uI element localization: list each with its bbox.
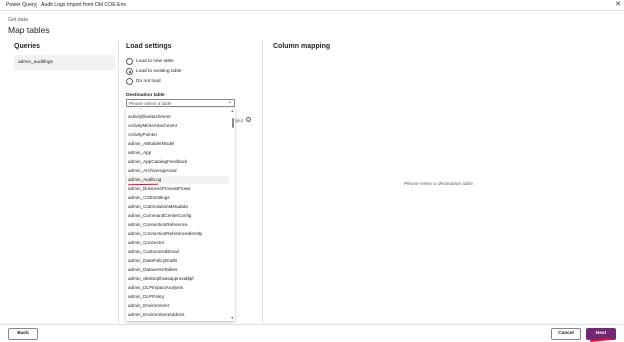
window-title: Audit Logs Import from Old COE Env <box>41 2 127 8</box>
title-bar: Power Query Audit Logs Import from Old C… <box>0 0 624 11</box>
dropdown-item[interactable]: admin_CustomizedEmail <box>126 248 229 256</box>
app-name: Power Query <box>6 2 37 8</box>
dropdown-item[interactable]: admin_desktopflowsapproval$pf <box>126 275 229 283</box>
queries-heading: Queries <box>14 43 41 50</box>
back-button[interactable]: Back <box>8 328 38 340</box>
scroll-up-icon[interactable]: ▲ <box>231 109 235 113</box>
dropdown-item[interactable]: admin_COESettings <box>126 194 229 202</box>
dropdown-item[interactable]: admin_CoESolutionMetadata <box>126 203 229 211</box>
radio-circle-selected <box>126 68 133 75</box>
chevron-down-icon: ⌄ <box>227 99 232 105</box>
dropdown-item[interactable]: admin_ArchiveApproval <box>126 167 229 175</box>
radio-circle <box>126 78 133 85</box>
destination-table-label: Destination table <box>126 93 165 98</box>
dropdown-item[interactable]: admin_DataverseTables <box>126 266 229 274</box>
dropdown-item-highlighted[interactable]: admin_AuditLog <box>126 176 229 184</box>
cancel-button[interactable]: Cancel <box>551 328 581 340</box>
dropdown-item[interactable]: admin_DLPPolicy <box>126 293 229 301</box>
destination-table-dropdown[interactable]: activityfileattachment activityfileattac… <box>126 108 235 321</box>
column-mapping-heading: Column mapping <box>273 43 331 50</box>
radio-label: Load to new table <box>136 58 174 64</box>
radio-label: Load to existing table <box>136 68 182 74</box>
dropdown-item[interactable]: admin_DLPImpactAnalysis <box>126 284 229 292</box>
step-label: Get data <box>8 17 28 23</box>
title-separator <box>36 2 37 8</box>
column-mapping-placeholder: Please select a destination table. <box>404 182 475 187</box>
dropdown-item[interactable]: admin_AIBuilderModel <box>126 140 229 148</box>
queries-pane: Queries admin_auditlogs <box>0 40 119 324</box>
scrollbar-thumb[interactable] <box>231 118 234 128</box>
dropdown-item[interactable]: activityfileattachment <box>126 113 229 121</box>
dropdown-item[interactable]: admin_ConnectionReference <box>126 221 229 229</box>
page-title: Map tables <box>8 25 50 35</box>
dropdown-item[interactable]: admin_ConnectionReferenceIdentity <box>126 230 229 238</box>
dropdown-item[interactable]: admin_App <box>126 149 229 157</box>
scroll-down-icon[interactable]: ▼ <box>231 316 235 320</box>
dropdown-item[interactable]: admin_DataPolicyDrafts <box>126 257 229 265</box>
radio-label: Do not load <box>136 78 161 84</box>
dropdown-item[interactable]: admin_BusinessProcessFlows <box>126 185 229 193</box>
dropdown-item[interactable]: ActivityPointer <box>126 131 229 139</box>
dropdown-item[interactable]: admin_EnvironmentAddons <box>126 311 229 319</box>
close-icon[interactable]: ✕ <box>613 0 623 10</box>
dropdown-item[interactable]: ActivityMimeAttachment <box>126 122 229 130</box>
query-item[interactable]: admin_auditlogs <box>14 55 115 70</box>
radio-circle <box>126 58 133 65</box>
info-icon[interactable]: i <box>246 117 251 122</box>
footer-bar: Back Cancel Next <box>0 324 624 342</box>
destination-table-select[interactable]: Please select a table ⌄ <box>126 99 235 107</box>
load-settings-heading: Load settings <box>126 43 172 50</box>
dropdown-item[interactable]: admin_Connector <box>126 239 229 247</box>
dropdown-scrollbar[interactable]: ▲ ▼ <box>230 108 235 321</box>
destination-placeholder: Please select a table <box>129 101 172 106</box>
dropdown-item[interactable]: activityfileattachment <box>126 108 229 111</box>
dropdown-item[interactable]: admin_CommandCenterConfig <box>126 212 229 220</box>
dropdown-item[interactable]: admin_AppCatalogFeedback <box>126 158 229 166</box>
obscured-option-text: nput <box>234 118 243 123</box>
dropdown-item[interactable]: admin_Environment <box>126 302 229 310</box>
